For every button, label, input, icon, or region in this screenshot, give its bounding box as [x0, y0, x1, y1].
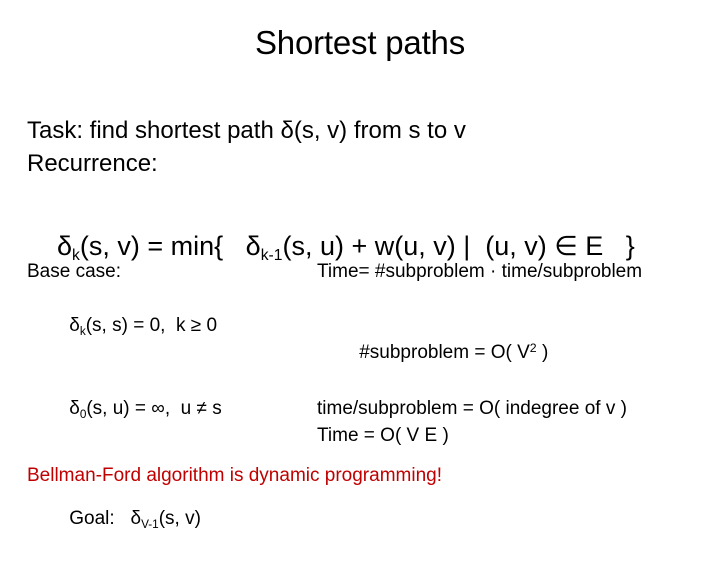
left-column: Base case: δk(s, s) = 0, k ≥ 0 δ0(s, u) …	[27, 258, 307, 561]
time-formula: Time= #subproblem · time/subproblem	[317, 261, 643, 282]
column-spacer	[317, 285, 712, 312]
subproblem-count-prefix: #subproblem = O( V	[359, 342, 530, 363]
base-1-subscript: k	[79, 324, 86, 338]
two-column-section: Base case: δk(s, s) = 0, k ≥ 0 δ0(s, u) …	[0, 258, 720, 531]
base-2-rest: (s, u) = ∞, u ≠ s	[86, 398, 222, 419]
slide-canvas: Shortest paths Task: find shortest path …	[0, 0, 720, 540]
recurrence-label: Recurrence:	[27, 150, 158, 177]
base-case-line-1: δk(s, s) = 0, k ≥ 0	[27, 285, 307, 368]
total-time-line: Time = O( V E )	[317, 425, 449, 446]
goal-subscript: V-1	[141, 517, 159, 531]
subproblem-count-line: #subproblem = O( V2 )	[317, 312, 712, 395]
base-1-rest: (s, s) = 0, k ≥ 0	[85, 315, 218, 336]
page-title: Shortest paths	[255, 24, 465, 61]
conclusion-statement: Bellman-Ford algorithm is dynamic progra…	[27, 465, 442, 486]
recurrence-lhs-args: (s, v) = min{	[79, 231, 246, 261]
goal-delta: δ	[130, 508, 142, 529]
goal-rest: (s, v)	[158, 508, 201, 529]
recurrence-rhs: (s, u) + w(u, v) | (u, v) ∈ E }	[282, 231, 635, 261]
intro-block: Task: find shortest path δ(s, v) from s …	[27, 114, 697, 180]
subproblem-count-exponent: 2	[529, 341, 537, 356]
recurrence-delta: δ	[57, 231, 73, 261]
goal-label: Goal:	[69, 508, 131, 529]
base-2-subscript: 0	[79, 407, 87, 421]
goal-line: Goal: δV-1(s, v)	[27, 478, 307, 561]
subproblem-count-suffix: )	[536, 342, 549, 363]
base-case-label: Base case:	[27, 261, 121, 282]
task-statement: Task: find shortest path δ(s, v) from s …	[27, 117, 466, 144]
base-case-line-2: δ0(s, u) = ∞, u ≠ s	[27, 368, 307, 451]
recurrence-delta-2: δ	[245, 231, 261, 261]
time-per-subproblem-line: time/subproblem = O( indegree of v )	[317, 398, 627, 419]
base-1-delta: δ	[69, 315, 80, 336]
right-column: Time= #subproblem · time/subproblem #sub…	[317, 258, 712, 449]
base-2-delta: δ	[69, 398, 80, 419]
